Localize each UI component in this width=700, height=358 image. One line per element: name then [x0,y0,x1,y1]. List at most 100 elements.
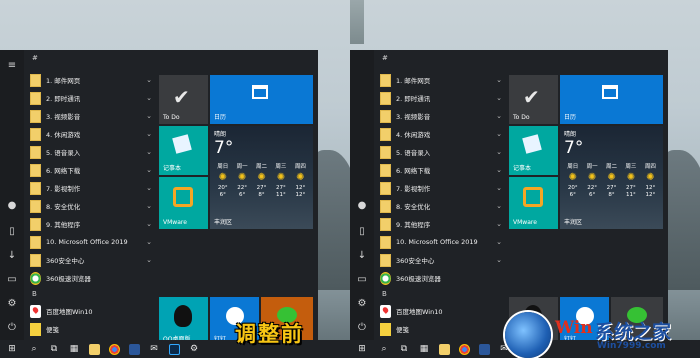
user-icon[interactable]: ● [355,200,369,212]
chevron-down-icon: ⌄ [496,112,502,120]
app-list: # 1. 邮件网页 ⌄ 2. 即时通讯 ⌄ 3. 视频影音 ⌄ 4. 休闲游戏 ⌄ 5.… [374,50,506,340]
list-item[interactable]: 3. 视频影音 ⌄ [376,108,504,124]
chrome-icon[interactable] [104,340,124,358]
list-item[interactable]: 百度地图Win10 [376,303,504,319]
word-icon[interactable] [474,340,494,358]
screenshot-before: ≡ ● ▯ ↓ ▭ ⚙ ⏻ # 1. 邮件网页 ⌄ 2. 即时通讯 ⌄ 3. 视频影… [0,0,350,358]
folder-icon [30,91,41,105]
search-icon[interactable]: ⌕ [374,340,394,358]
power-icon[interactable]: ⏻ [5,322,19,334]
tile-weather[interactable]: 晴朗 7° 周日 ✺ 20° 6° 周一 ✺ 22° 6° 周二 ✺ 27° 8° 周三 ✺ 27° 1… [560,126,663,229]
sun-icon: ✺ [257,172,266,183]
list-item[interactable]: 1. 邮件网页 ⌄ [26,72,154,88]
windows-icon[interactable]: ⊞ [350,340,374,358]
calculator-icon[interactable]: ▦ [414,340,434,358]
folder-icon [30,235,41,249]
settings-icon[interactable]: ⚙ [5,298,19,310]
list-item[interactable]: 6. 网络下载 ⌄ [376,162,504,178]
tile-vmware[interactable]: VMware [159,177,208,229]
search-icon[interactable]: ⌕ [24,340,44,358]
list-item[interactable]: 百度地图Win10 [26,303,154,319]
list-item[interactable]: 便笺 [376,321,504,337]
settings-icon[interactable]: ⚙ [184,340,204,358]
site-watermark: Win 系统之家 Win7999.com [505,308,700,358]
list-item[interactable]: 360极速浏览器 [376,270,504,286]
list-item[interactable]: 7. 影视制作 ⌄ [26,180,154,196]
taskview-icon[interactable]: ⧉ [394,340,414,358]
list-item[interactable]: 5. 语音录入 ⌄ [376,144,504,160]
calculator-icon[interactable]: ▦ [64,340,84,358]
folder-icon [30,145,41,159]
chrome-icon[interactable] [454,340,474,358]
windows-icon[interactable]: ⊞ [0,340,24,358]
list-item[interactable]: 便笺 [26,321,154,337]
explorer-icon[interactable] [434,340,454,358]
mail-icon[interactable]: ✉ [144,340,164,358]
tile-weather[interactable]: 晴朗 7° 周日 ✺ 20° 6° 周一 ✺ 22° 6° 周二 ✺ 27° 8° 周三 ✺ 27° 1… [210,126,313,229]
calendar-icon [252,85,268,99]
list-item[interactable]: 360极速浏览器 [26,270,154,286]
tile-qq[interactable]: QQ桌面版 [159,297,208,346]
weather-temp: 7° [214,138,234,158]
list-item[interactable]: 5. 语音录入 ⌄ [26,144,154,160]
power-icon[interactable]: ⏻ [355,322,369,334]
tile-todo[interactable]: ✔ To Do [509,75,558,124]
folder-icon [380,235,391,249]
tile-todo[interactable]: ✔ To Do [159,75,208,124]
app-list: # 1. 邮件网页 ⌄ 2. 即时通讯 ⌄ 3. 视频影音 ⌄ 4. 休闲游戏 ⌄ 5.… [24,50,156,340]
download-icon[interactable]: ↓ [355,250,369,262]
tile-calendar[interactable]: 日历 [210,75,313,124]
list-item[interactable]: 2. 即时通讯 ⌄ [376,90,504,106]
folder-icon [380,109,391,123]
section-letter[interactable]: # [32,54,38,62]
settings-icon[interactable]: ⚙ [355,298,369,310]
folder-icon [380,145,391,159]
note-icon [380,322,391,336]
word-icon[interactable] [124,340,144,358]
download-icon[interactable]: ↓ [5,250,19,262]
list-item[interactable]: 2. 即时通讯 ⌄ [26,90,154,106]
vmware-icon [523,187,543,207]
explorer-icon[interactable] [84,340,104,358]
chevron-down-icon: ⌄ [146,94,152,102]
list-item[interactable]: 4. 休闲游戏 ⌄ [376,126,504,142]
section-letter[interactable]: # [382,54,388,62]
section-letter[interactable]: B [32,290,37,298]
list-item[interactable]: 4. 休闲游戏 ⌄ [26,126,154,142]
tile-grid: ✔ To Do 日历 记事本 晴朗 7° 周日 ✺ 20° 6° 周一 ✺ 22° 6° 周… [159,75,318,358]
taskview-icon[interactable]: ⧉ [44,340,64,358]
list-item[interactable]: 8. 安全优化 ⌄ [26,198,154,214]
tile-calendar[interactable]: 日历 [560,75,663,124]
list-item[interactable]: 1. 邮件网页 ⌄ [376,72,504,88]
list-item[interactable]: 8. 安全优化 ⌄ [376,198,504,214]
checkmark-icon: ✔ [173,85,190,109]
weather-forecast: 周日 ✺ 20° 6° 周一 ✺ 22° 6° 周二 ✺ 27° 8° 周三 ✺ 27° 11° 周四 ✺… [213,164,310,199]
list-item[interactable]: 360安全中心 ⌄ [26,252,154,268]
chevron-down-icon: ⌄ [496,76,502,84]
list-item[interactable]: 9. 其他程序 ⌄ [26,216,154,232]
chevron-down-icon: ⌄ [496,148,502,156]
list-item[interactable]: 6. 网络下载 ⌄ [26,162,154,178]
note-icon [30,322,41,336]
tile-notepad[interactable]: 记事本 [509,126,558,175]
tile-vmware[interactable]: VMware [509,177,558,229]
tile-notepad[interactable]: 记事本 [159,126,208,175]
list-item[interactable]: 9. 其他程序 ⌄ [376,216,504,232]
list-item[interactable]: 7. 影视制作 ⌄ [376,180,504,196]
pictures-icon[interactable]: ▭ [5,274,19,286]
user-icon[interactable]: ● [5,200,19,212]
weather-condition: 晴朗 [564,131,577,138]
folder-icon [30,199,41,213]
list-item[interactable]: 3. 视频影音 ⌄ [26,108,154,124]
tile-grid: ✔ To Do 日历 记事本 晴朗 7° 周日 ✺ 20° 6° 周一 ✺ 22° 6° 周… [509,75,668,346]
list-item[interactable]: 10. Microsoft Office 2019 ⌄ [26,234,154,250]
document-icon[interactable]: ▯ [355,226,369,238]
photoshop-icon[interactable] [164,340,184,358]
folder-icon [380,73,391,87]
list-item[interactable]: 360安全中心 ⌄ [376,252,504,268]
section-letter[interactable]: B [382,290,387,298]
document-icon[interactable]: ▯ [5,226,19,238]
list-item[interactable]: 10. Microsoft Office 2019 ⌄ [376,234,504,250]
hamburger-icon[interactable]: ≡ [5,60,19,72]
pictures-icon[interactable]: ▭ [355,274,369,286]
